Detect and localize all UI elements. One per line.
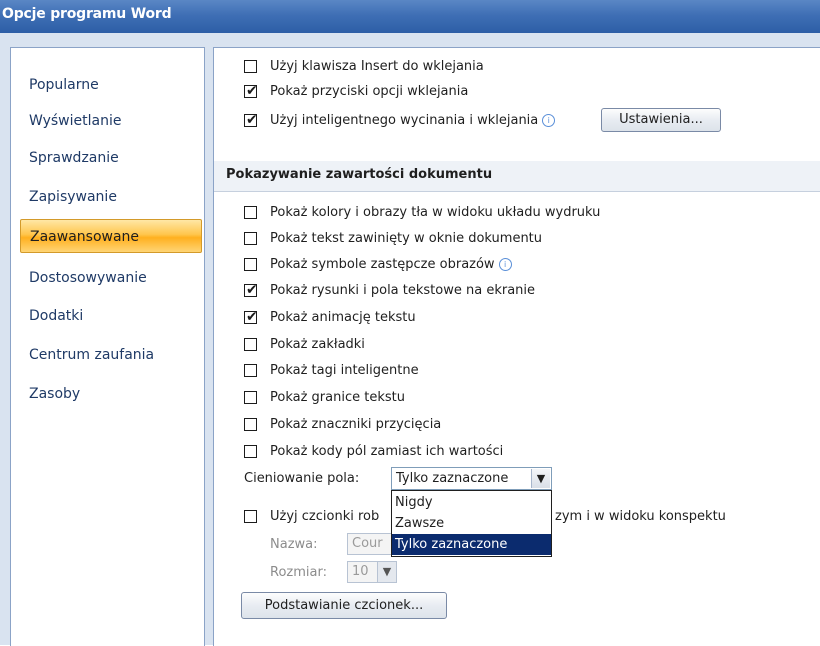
info-icon: i (542, 114, 556, 127)
nav-item-zapisywanie[interactable]: Zapisywanie (11, 180, 204, 214)
field-shading-label: Cieniowanie pola: (244, 471, 360, 486)
font-size-label: Rozmiar: (270, 565, 327, 580)
dropdown-option-zawsze[interactable]: Zawsze (392, 513, 551, 534)
option-label: Pokaż symbole zastępcze obrazów (270, 257, 495, 272)
font-name-field[interactable]: Cour (347, 533, 397, 555)
settings-button[interactable]: Ustawienia... (601, 108, 721, 132)
draft-font-label-start: Użyj czcionki rob (270, 509, 380, 524)
nav-item-sprawdzanie[interactable]: Sprawdzanie (11, 141, 204, 175)
settings-panel: Użyj klawisza Insert do wklejania ✔ Poka… (213, 47, 820, 646)
option-checkbox[interactable] (244, 338, 257, 351)
option-label: Pokaż kody pól zamiast ich wartości (270, 444, 504, 459)
window-title: Opcje programu Word (2, 6, 172, 22)
draft-font-checkbox[interactable] (244, 510, 257, 523)
nav-item-zasoby[interactable]: Zasoby (11, 377, 204, 411)
insert-key-label: Użyj klawisza Insert do wklejania (270, 59, 484, 74)
option-label: Pokaż granice tekstu (270, 390, 405, 405)
paste-buttons-checkbox[interactable]: ✔ (244, 83, 258, 99)
draft-font-label-end: zym i w widoku konspektu (555, 509, 726, 524)
option-checkbox[interactable] (244, 364, 257, 377)
option-checkbox[interactable] (244, 232, 257, 245)
option-checkbox[interactable] (244, 391, 257, 404)
option-checkbox[interactable]: ✔ (244, 282, 258, 298)
nav-item-zaawansowane[interactable]: Zaawansowane (20, 219, 202, 253)
font-size-field[interactable]: 10 ▼ (347, 561, 397, 583)
field-shading-value: Tylko zaznaczone (396, 471, 509, 486)
dialog-body: Popularne Wyświetlanie Sprawdzanie Zapis… (0, 33, 820, 646)
option-label: Pokaż rysunki i pola tekstowe na ekranie (270, 283, 536, 298)
option-checkbox[interactable] (244, 258, 257, 271)
nav-item-centrum-zaufania[interactable]: Centrum zaufania (11, 338, 204, 372)
option-label: Pokaż znaczniki przycięcia (270, 417, 442, 432)
info-icon: i (498, 258, 512, 271)
chevron-down-icon[interactable]: ▼ (377, 562, 396, 582)
smart-cut-label: Użyj inteligentnego wycinania i wklejani… (270, 113, 539, 128)
paste-buttons-label: Pokaż przyciski opcji wklejania (270, 84, 469, 99)
check-mark-icon: ✔ (246, 282, 258, 298)
nav-item-wyswietlanie[interactable]: Wyświetlanie (11, 104, 204, 138)
option-checkbox[interactable] (244, 418, 257, 431)
font-name-label: Nazwa: (270, 537, 318, 552)
chevron-down-icon[interactable]: ▼ (531, 469, 550, 488)
dropdown-option-nigdy[interactable]: Nigdy (392, 492, 551, 513)
nav-item-popularne[interactable]: Popularne (11, 68, 204, 102)
option-label: Pokaż tagi inteligentne (270, 363, 419, 378)
font-size-value: 10 (352, 564, 369, 579)
option-checkbox[interactable] (244, 206, 257, 219)
field-shading-select[interactable]: Tylko zaznaczone ▼ (391, 467, 552, 490)
check-mark-icon: ✔ (246, 112, 258, 128)
section-title: Pokazywanie zawartości dokumentu (226, 167, 493, 182)
section-header: Pokazywanie zawartości dokumentu (214, 161, 820, 192)
font-substitution-button[interactable]: Podstawianie czcionek... (241, 592, 447, 619)
option-label: Pokaż zakładki (270, 337, 365, 352)
smart-cut-checkbox[interactable]: ✔ (244, 112, 258, 128)
option-checkbox[interactable] (244, 445, 257, 458)
check-mark-icon: ✔ (246, 309, 258, 325)
nav-item-dostosowywanie[interactable]: Dostosowywanie (11, 261, 204, 295)
option-label: Pokaż tekst zawinięty w oknie dokumentu (270, 231, 543, 246)
option-checkbox[interactable]: ✔ (244, 309, 258, 325)
field-shading-dropdown: Nigdy Zawsze Tylko zaznaczone (391, 490, 552, 557)
insert-key-checkbox[interactable] (244, 60, 257, 73)
option-label: Pokaż kolory i obrazy tła w widoku układ… (270, 205, 601, 220)
check-mark-icon: ✔ (246, 83, 258, 99)
font-name-value: Cour (352, 536, 383, 551)
title-bar: Opcje programu Word (0, 0, 820, 33)
nav-item-dodatki[interactable]: Dodatki (11, 299, 204, 333)
option-label: Pokaż animację tekstu (270, 310, 416, 325)
category-sidebar: Popularne Wyświetlanie Sprawdzanie Zapis… (10, 47, 205, 646)
dropdown-option-tylko-zaznaczone[interactable]: Tylko zaznaczone (392, 534, 551, 555)
